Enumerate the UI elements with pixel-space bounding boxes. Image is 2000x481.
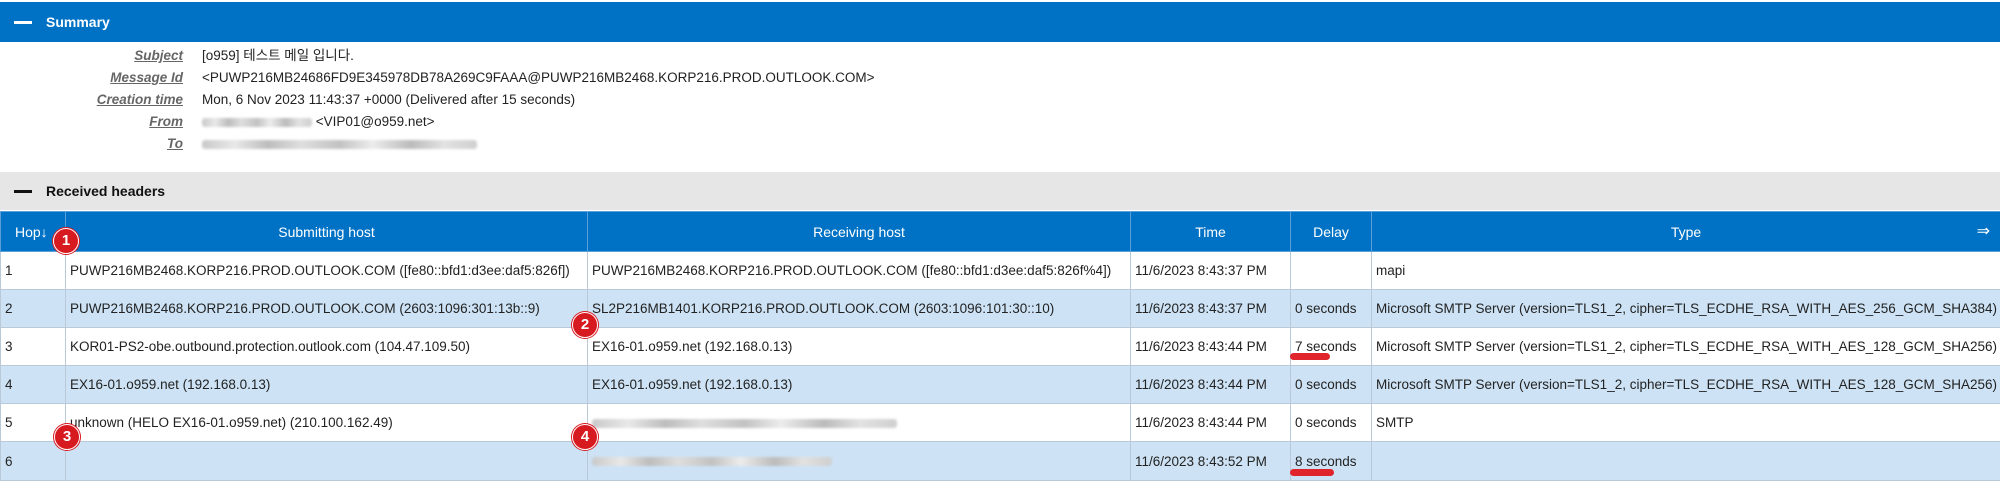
subject-value: [o959] 테스트 메일 입니다. <box>202 45 354 67</box>
table-row: 3 KOR01-PS2-obe.outbound.protection.outl… <box>1 328 2000 366</box>
col-type[interactable]: Type ⇒ <box>1372 212 2000 252</box>
delay-cell: 0 seconds <box>1291 366 1372 404</box>
time-cell: 11/6/2023 8:43:52 PM <box>1131 442 1291 481</box>
submitting-host-cell: PUWP216MB2468.KORP216.PROD.OUTLOOK.COM (… <box>66 290 588 328</box>
type-cell: mapi <box>1372 252 2000 290</box>
delay-cell: 0 seconds <box>1291 290 1372 328</box>
summary-row-message-id: Message Id <PUWP216MB24686FD9E345978DB78… <box>0 67 2000 89</box>
receiving-host-cell <box>588 442 1131 481</box>
type-cell: Microsoft SMTP Server (version=TLS1_2, c… <box>1372 366 2000 404</box>
to-value <box>202 133 477 155</box>
submitting-host-cell: PUWP216MB2468.KORP216.PROD.OUTLOOK.COM (… <box>66 252 588 290</box>
subject-label[interactable]: Subject <box>134 45 183 67</box>
type-cell: Microsoft SMTP Server (version=TLS1_2, c… <box>1372 290 2000 328</box>
time-cell: 11/6/2023 8:43:44 PM <box>1131 366 1291 404</box>
table-header-row: Hop↓ Submitting host Receiving host Time… <box>1 212 2000 252</box>
summary-row-subject: Subject [o959] 테스트 메일 입니다. <box>0 45 2000 67</box>
col-receiving-host[interactable]: Receiving host <box>588 212 1131 252</box>
summary-row-to: To <box>0 133 2000 155</box>
table-row: 4 EX16-01.o959.net (192.168.0.13) EX16-0… <box>1 366 2000 404</box>
hop-cell: 4 <box>1 366 66 404</box>
summary-row-creation-time: Creation time Mon, 6 Nov 2023 11:43:37 +… <box>0 89 2000 111</box>
receiving-host-cell: EX16-01.o959.net (192.168.0.13) <box>588 328 1131 366</box>
table-row: 1 PUWP216MB2468.KORP216.PROD.OUTLOOK.COM… <box>1 252 2000 290</box>
table-row: 2 PUWP216MB2468.KORP216.PROD.OUTLOOK.COM… <box>1 290 2000 328</box>
message-id-value: <PUWP216MB24686FD9E345978DB78A269C9FAAA@… <box>202 67 875 89</box>
hop-cell: 3 <box>1 328 66 366</box>
time-cell: 11/6/2023 8:43:37 PM <box>1131 252 1291 290</box>
expand-arrow-icon[interactable]: ⇒ <box>1977 221 1990 241</box>
redacted-receiving-host <box>592 419 897 428</box>
delay-highlight-underline <box>1290 469 1334 476</box>
hop-cell: 2 <box>1 290 66 328</box>
col-time[interactable]: Time <box>1131 212 1291 252</box>
submitting-host-cell <box>66 442 588 481</box>
annotation-marker-4: 4 <box>572 424 598 450</box>
type-cell <box>1372 442 2000 481</box>
type-cell: SMTP <box>1372 404 2000 442</box>
from-address: <VIP01@o959.net> <box>316 114 435 129</box>
creation-time-label[interactable]: Creation time <box>97 89 183 111</box>
annotation-marker-2: 2 <box>572 312 598 338</box>
delay-highlight-underline <box>1290 353 1330 360</box>
received-section-header[interactable]: Received headers <box>0 172 2000 210</box>
creation-time-value: Mon, 6 Nov 2023 11:43:37 +0000 (Delivere… <box>202 89 575 111</box>
receiving-host-cell: EX16-01.o959.net (192.168.0.13) <box>588 366 1131 404</box>
submitting-host-cell: KOR01-PS2-obe.outbound.protection.outloo… <box>66 328 588 366</box>
annotation-marker-3: 3 <box>54 424 80 450</box>
redacted-receiving-host <box>592 457 832 466</box>
redacted-sender-name <box>202 118 312 127</box>
from-label[interactable]: From <box>149 111 183 133</box>
collapse-icon[interactable] <box>14 190 32 193</box>
redacted-recipients <box>202 140 477 149</box>
delay-cell: 0 seconds <box>1291 404 1372 442</box>
annotation-marker-1: 1 <box>53 228 79 254</box>
table-row: 5 unknown (HELO EX16-01.o959.net) (210.1… <box>1 404 2000 442</box>
table-row: 6 11/6/2023 8:43:52 PM 8 seconds <box>1 442 2000 481</box>
summary-row-from: From <VIP01@o959.net> <box>0 111 2000 133</box>
type-cell: Microsoft SMTP Server (version=TLS1_2, c… <box>1372 328 2000 366</box>
to-label[interactable]: To <box>167 133 183 155</box>
message-id-label[interactable]: Message Id <box>110 67 183 89</box>
receiving-host-cell: SL2P216MB1401.KORP216.PROD.OUTLOOK.COM (… <box>588 290 1131 328</box>
col-submitting-host[interactable]: Submitting host <box>66 212 588 252</box>
time-cell: 11/6/2023 8:43:37 PM <box>1131 290 1291 328</box>
submitting-host-cell: unknown (HELO EX16-01.o959.net) (210.100… <box>66 404 588 442</box>
received-title: Received headers <box>46 183 165 199</box>
delay-cell <box>1291 252 1372 290</box>
receiving-host-cell: PUWP216MB2468.KORP216.PROD.OUTLOOK.COM (… <box>588 252 1131 290</box>
collapse-icon[interactable] <box>14 21 32 24</box>
from-value: <VIP01@o959.net> <box>202 111 435 133</box>
time-cell: 11/6/2023 8:43:44 PM <box>1131 328 1291 366</box>
submitting-host-cell: EX16-01.o959.net (192.168.0.13) <box>66 366 588 404</box>
summary-section-header[interactable]: Summary <box>0 2 2000 42</box>
hop-cell: 1 <box>1 252 66 290</box>
receiving-host-cell <box>588 404 1131 442</box>
hop-cell: 6 <box>1 442 66 481</box>
received-headers-table: Hop↓ Submitting host Receiving host Time… <box>0 211 2000 481</box>
summary-title: Summary <box>46 14 110 30</box>
col-type-label: Type <box>1671 224 1701 240</box>
time-cell: 11/6/2023 8:43:44 PM <box>1131 404 1291 442</box>
col-delay[interactable]: Delay <box>1291 212 1372 252</box>
